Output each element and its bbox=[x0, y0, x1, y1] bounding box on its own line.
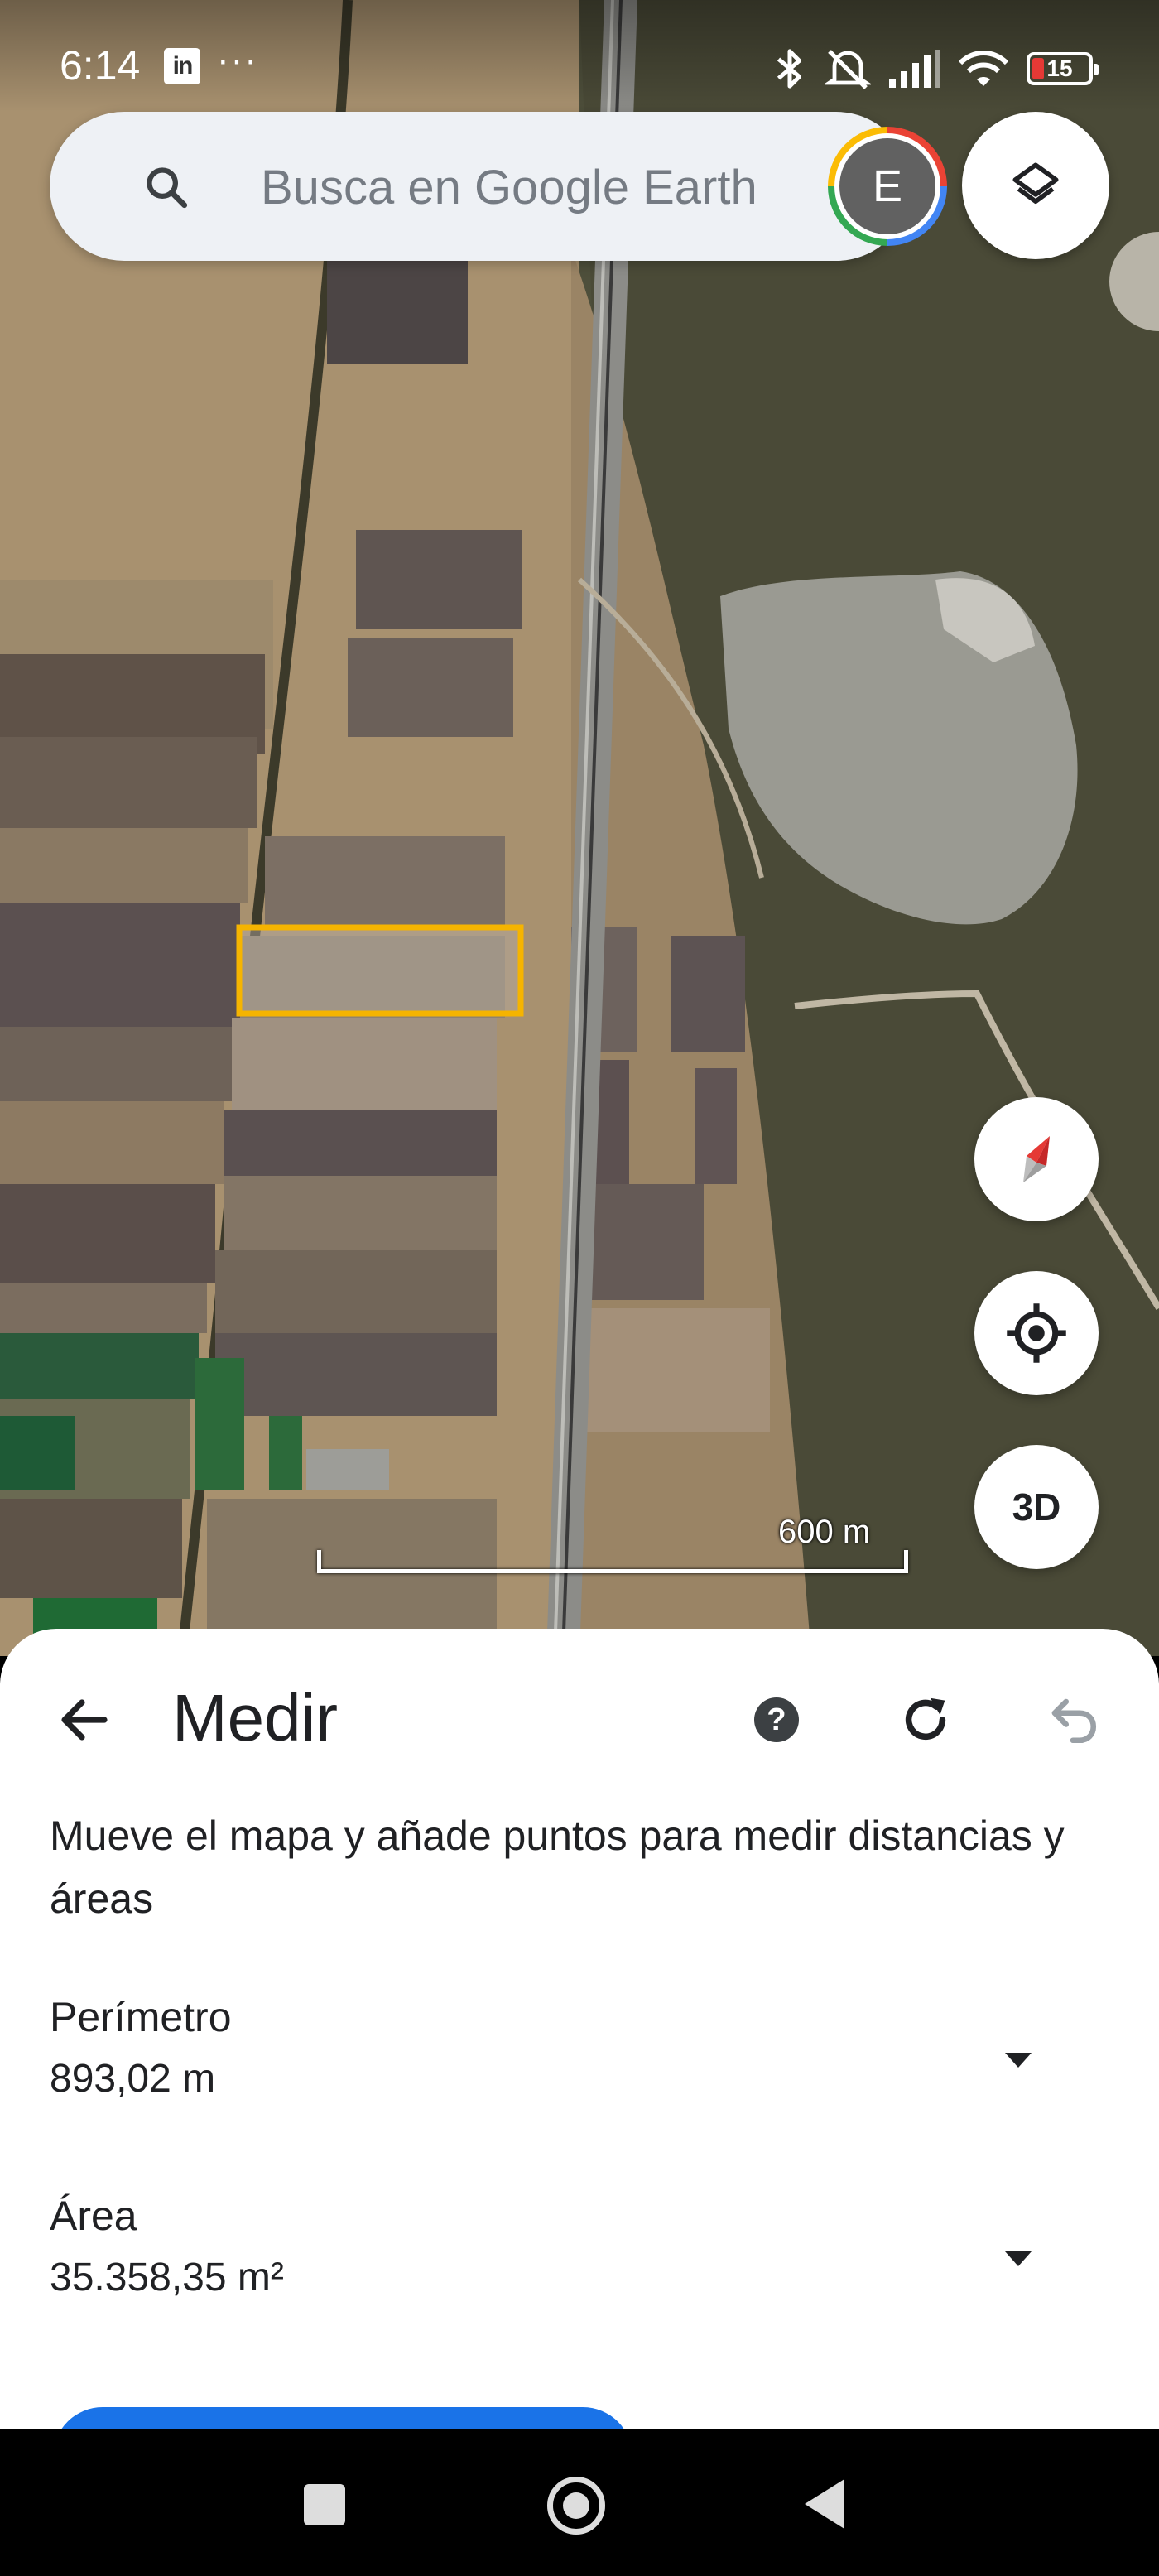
area-unit-dropdown[interactable] bbox=[985, 2225, 1051, 2291]
undo-icon bbox=[1051, 1698, 1097, 1744]
search-icon bbox=[147, 167, 188, 209]
refresh-icon bbox=[905, 1697, 946, 1741]
scale-bar bbox=[317, 1550, 908, 1573]
search-input[interactable]: Busca en Google Earth bbox=[261, 160, 757, 215]
system-back-button[interactable] bbox=[805, 2479, 844, 2529]
status-icons: 15 bbox=[773, 40, 1099, 98]
battery-icon: 15 bbox=[1027, 52, 1099, 85]
battery-level: 15 bbox=[1046, 55, 1073, 81]
layers-button[interactable] bbox=[962, 112, 1109, 259]
reset-button[interactable] bbox=[886, 1680, 965, 1760]
avatar: E bbox=[839, 138, 935, 234]
undo-button[interactable] bbox=[1033, 1680, 1113, 1760]
compass-icon bbox=[1023, 1136, 1050, 1182]
bluetooth-icon bbox=[777, 49, 802, 89]
system-navigation-bar bbox=[0, 2429, 1159, 2576]
help-button[interactable]: ? bbox=[743, 1687, 810, 1753]
status-bar: 6:14 in ··· 15 bbox=[0, 0, 1159, 112]
scale-label: 600 m bbox=[778, 1514, 871, 1550]
area-row[interactable]: Área 35.358,35 m² bbox=[50, 2192, 1076, 2316]
search-bar[interactable]: Busca en Google Earth E bbox=[50, 112, 947, 261]
arrow-back-icon bbox=[61, 1699, 108, 1741]
help-icon: ? bbox=[754, 1697, 799, 1742]
more-notifications-indicator: ··· bbox=[217, 40, 258, 80]
perimeter-value: 893,02 m bbox=[50, 2057, 216, 2101]
perimeter-label: Perímetro bbox=[50, 1994, 232, 2040]
3d-toggle-button[interactable]: 3D bbox=[974, 1445, 1099, 1569]
perimeter-unit-dropdown[interactable] bbox=[985, 2026, 1051, 2092]
status-time: 6:14 bbox=[60, 42, 141, 89]
back-button[interactable] bbox=[43, 1678, 126, 1761]
mute-icon bbox=[825, 50, 871, 89]
wifi-icon bbox=[959, 51, 1008, 86]
area-value: 35.358,35 m² bbox=[50, 2256, 284, 2299]
home-button[interactable] bbox=[547, 2477, 605, 2535]
my-location-button[interactable] bbox=[974, 1271, 1099, 1395]
linkedin-notification-icon: in bbox=[164, 48, 200, 84]
dropdown-arrow-icon bbox=[1005, 2053, 1032, 2068]
measured-area-outline bbox=[236, 924, 524, 1017]
area-label: Área bbox=[50, 2193, 137, 2239]
layers-icon bbox=[1012, 162, 1059, 204]
sheet-title: Medir bbox=[172, 1681, 339, 1755]
account-avatar-button[interactable]: E bbox=[828, 127, 947, 246]
recents-button[interactable] bbox=[304, 2484, 345, 2525]
perimeter-row[interactable]: Perímetro 893,02 m bbox=[50, 1993, 1076, 2117]
compass-button[interactable] bbox=[974, 1097, 1099, 1221]
my-location-icon bbox=[1007, 1303, 1066, 1363]
dropdown-arrow-icon bbox=[1005, 2251, 1032, 2266]
signal-icon bbox=[889, 50, 940, 88]
measure-sheet: Medir ? Mueve el mapa y añade puntos par… bbox=[0, 1629, 1159, 2506]
measure-instructions: Mueve el mapa y añade puntos para medir … bbox=[50, 1813, 1065, 1922]
